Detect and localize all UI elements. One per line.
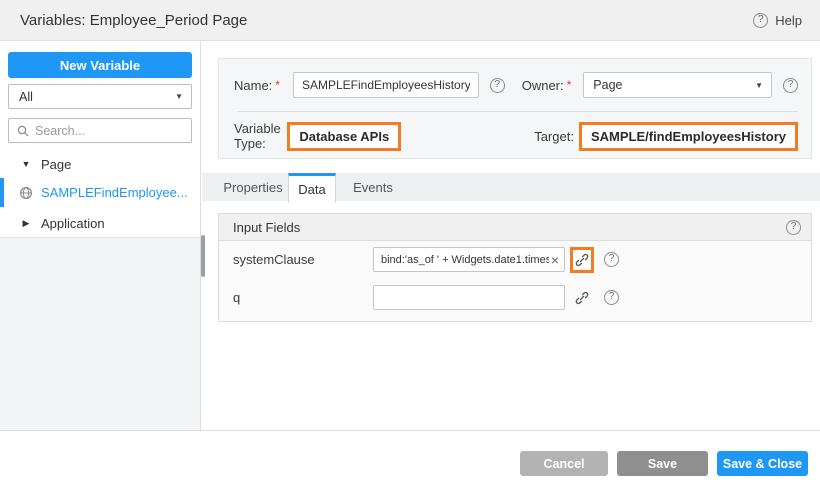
search-input[interactable]: [35, 124, 191, 138]
clear-icon[interactable]: ×: [551, 253, 559, 267]
detail-tab-bar: Properties Data Events: [202, 173, 820, 201]
link-icon: [575, 291, 589, 305]
chevron-down-icon: ▼: [175, 92, 183, 101]
required-asterisk: *: [567, 78, 572, 92]
tab-events[interactable]: Events: [342, 173, 404, 201]
search-icon: [17, 125, 29, 137]
new-variable-button[interactable]: New Variable: [8, 52, 192, 78]
tree-group-label: Application: [41, 216, 105, 231]
bind-expression-button[interactable]: [570, 285, 594, 311]
sidebar-empty-area: [0, 237, 200, 430]
tree-group-label: Page: [41, 157, 71, 172]
variable-type-label: Variable Type:: [234, 121, 282, 151]
owner-select[interactable]: Page ▼: [583, 72, 772, 98]
input-fields-title: Input Fields: [233, 220, 300, 235]
variables-sidebar: New Variable All ▼ ▼ Page SAMPLEFindEmpl…: [0, 41, 201, 430]
name-label: Name:: [234, 78, 272, 93]
scrollbar-thumb[interactable]: [201, 235, 205, 277]
target-label: Target:: [534, 129, 574, 144]
input-fields-header: Input Fields ?: [219, 214, 811, 241]
variable-filter-select[interactable]: All ▼: [8, 84, 192, 109]
link-icon: [575, 253, 589, 267]
target-value-highlighted: SAMPLE/findEmployeesHistory: [579, 122, 798, 151]
variable-search-box: [8, 118, 192, 143]
help-icon: ?: [753, 13, 768, 28]
variable-type-value-highlighted: Database APIs: [287, 122, 401, 151]
field-label: q: [233, 290, 373, 305]
variable-type-icon: [19, 186, 33, 200]
chevron-down-icon: ▼: [755, 81, 763, 90]
page-header: Variables: Employee_Period Page ? Help: [0, 0, 820, 41]
required-asterisk: *: [275, 78, 280, 92]
tab-data[interactable]: Data: [288, 173, 336, 203]
systemclause-value-box: ×: [373, 247, 565, 272]
input-fields-section: Input Fields ? systemClause × ? q: [218, 213, 812, 322]
action-footer: Cancel Save Save & Close: [0, 430, 820, 489]
help-icon[interactable]: ?: [786, 220, 801, 235]
page-title: Variables: Employee_Period Page: [20, 12, 247, 29]
help-label: Help: [775, 13, 802, 28]
tab-properties[interactable]: Properties: [218, 173, 288, 201]
bind-expression-button-highlighted[interactable]: [570, 247, 594, 273]
systemclause-input[interactable]: [374, 254, 551, 266]
variable-name-input[interactable]: [293, 72, 479, 98]
input-field-row-systemclause: systemClause × ?: [233, 247, 799, 272]
help-icon[interactable]: ?: [490, 78, 505, 93]
help-link[interactable]: ? Help: [753, 0, 802, 41]
filter-selected-value: All: [19, 90, 175, 104]
selected-indicator: [0, 178, 4, 207]
tree-expanded-icon: ▼: [20, 159, 32, 169]
cancel-button[interactable]: Cancel: [520, 451, 608, 476]
help-icon[interactable]: ?: [604, 290, 619, 305]
save-and-close-button[interactable]: Save & Close: [717, 451, 808, 476]
divider: [237, 111, 798, 112]
type-target-row: Variable Type: Database APIs Target: SAM…: [234, 118, 798, 154]
sidebar-item-selected-variable[interactable]: SAMPLEFindEmployee...: [0, 178, 200, 207]
owner-selected-value: Page: [593, 78, 755, 92]
help-icon[interactable]: ?: [604, 252, 619, 267]
help-icon[interactable]: ?: [783, 78, 798, 93]
field-label: systemClause: [233, 252, 373, 267]
save-button[interactable]: Save: [617, 451, 708, 476]
variables-page: Variables: Employee_Period Page ? Help N…: [0, 0, 820, 489]
q-input[interactable]: [374, 292, 564, 304]
name-owner-row: Name: * ? Owner: * Page ▼ ?: [234, 72, 798, 98]
sidebar-item-application-group[interactable]: ▶ Application: [0, 211, 200, 235]
selected-variable-label: SAMPLEFindEmployee...: [41, 185, 188, 200]
tree-collapsed-icon: ▶: [20, 218, 32, 229]
variable-detail-card: Name: * ? Owner: * Page ▼ ? Variable Typ…: [218, 58, 812, 159]
input-field-row-q: q ?: [233, 285, 799, 310]
owner-label: Owner:: [522, 78, 564, 93]
q-value-box: [373, 285, 565, 310]
sidebar-item-page-group[interactable]: ▼ Page: [0, 152, 200, 176]
